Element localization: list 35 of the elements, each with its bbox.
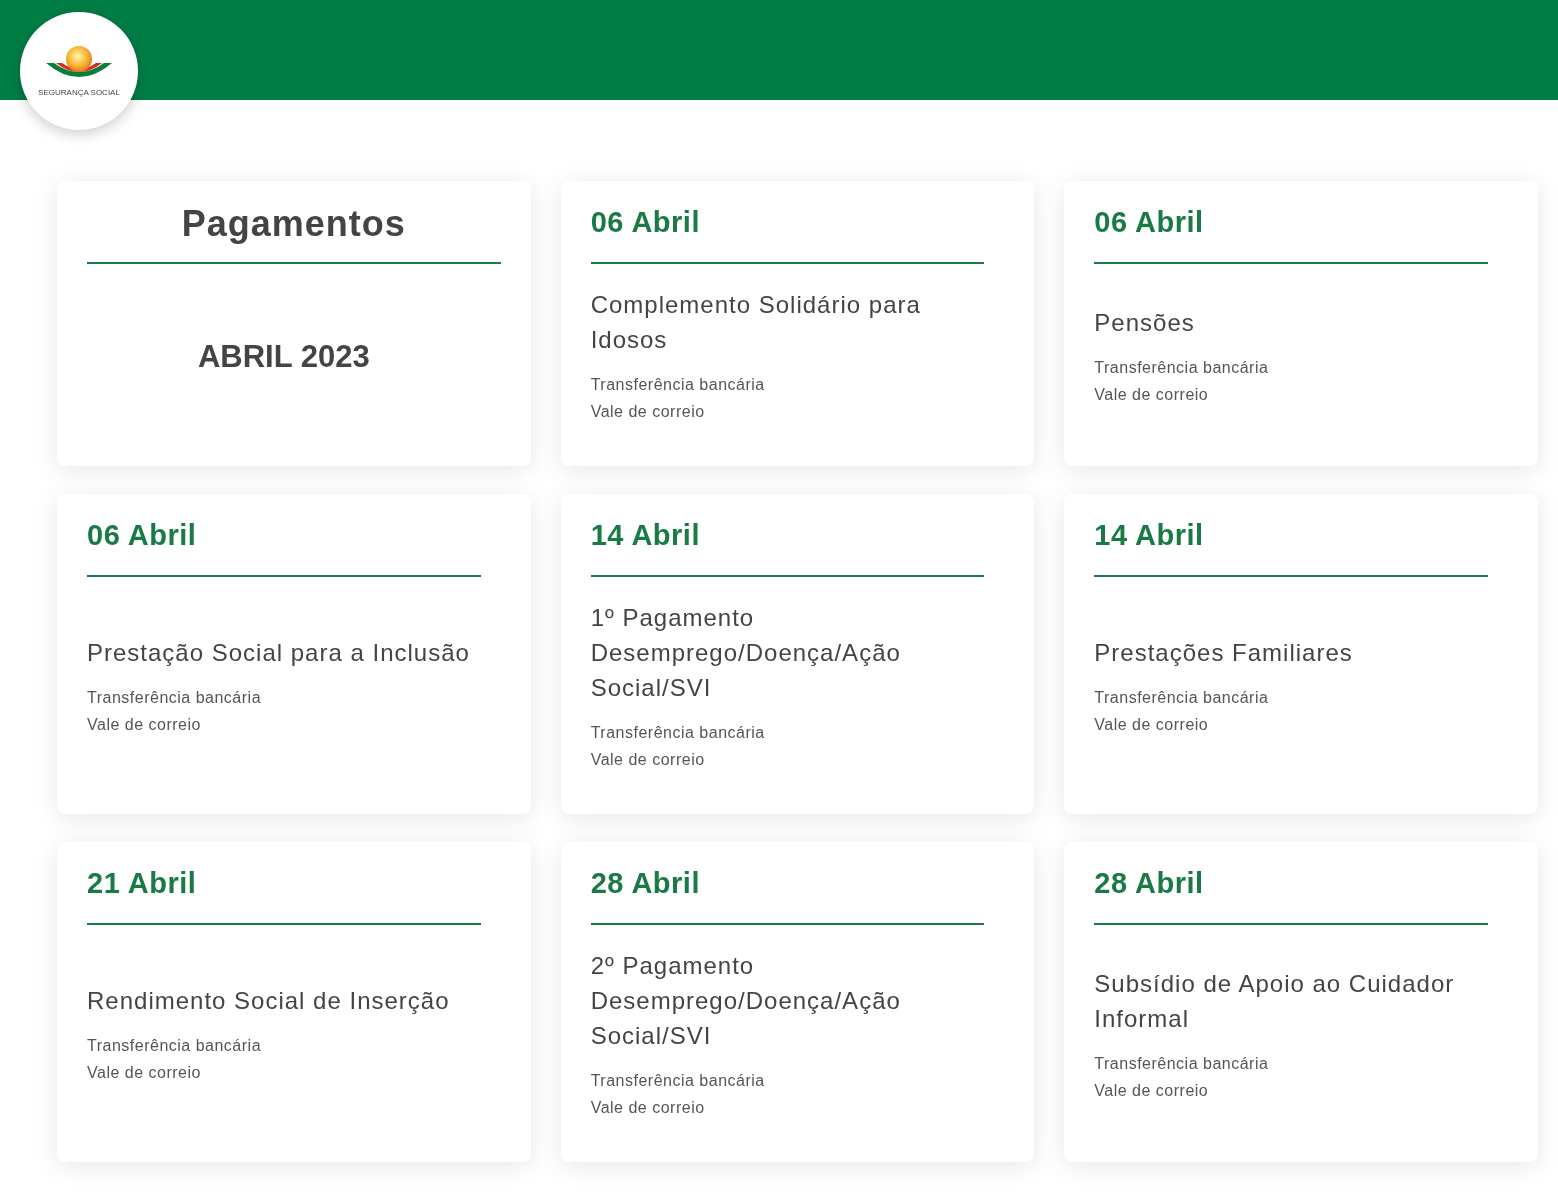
payment-method: Transferência bancária	[1094, 688, 1270, 708]
payment-method: Transferência bancária	[590, 723, 766, 743]
benefit-title: 1º Pagamento Desemprego/Doença/Ação Social/SVI	[590, 603, 902, 703]
payment-date: 14 Abril	[590, 517, 700, 553]
payment-method: Vale de correio	[590, 750, 706, 770]
payment-method: Vale de correio	[87, 1063, 202, 1083]
payment-date: 14 Abril	[1094, 517, 1204, 553]
payment-method: Vale de correio	[1094, 715, 1210, 735]
payment-date: 21 Abril	[87, 865, 197, 901]
benefit-title: Subsídio de Apoio ao Cuidador Informal	[1094, 968, 1456, 1034]
benefit-title: 2º Pagamento Desemprego/Doença/Ação Social/SVI	[590, 951, 902, 1051]
payment-method: Vale de correio	[87, 715, 202, 735]
benefit-title: Complemento Solidário para Idosos	[590, 290, 922, 355]
payment-date: 06 Abril	[87, 517, 197, 553]
summary-title: Pagamentos	[180, 202, 407, 246]
benefit-title: Rendimento Social de Inserção	[87, 986, 451, 1016]
payment-date: 28 Abril	[1094, 865, 1204, 901]
payment-method: Transferência bancária	[87, 688, 263, 708]
payment-method: Vale de correio	[590, 1098, 706, 1118]
benefit-title: Prestação Social para a Inclusão	[87, 638, 471, 668]
payment-date: 28 Abril	[590, 865, 700, 901]
payment-date: 06 Abril	[1094, 204, 1204, 240]
benefit-title: Pensões	[1094, 307, 1196, 338]
benefit-title: Prestações Familiares	[1094, 638, 1354, 668]
payment-method: Vale de correio	[1094, 1080, 1210, 1101]
payment-method: Transferência bancária	[590, 1071, 766, 1091]
payment-method: Transferência bancária	[87, 1036, 263, 1056]
payment-method: Transferência bancária	[1094, 1053, 1270, 1074]
payment-method: Vale de correio	[590, 402, 706, 422]
payment-date: 06 Abril	[590, 204, 700, 240]
payment-method: Transferência bancária	[590, 375, 766, 395]
period-label: ABRIL 2023	[197, 338, 370, 376]
payment-method: Transferência bancária	[1094, 357, 1270, 378]
payment-method: Vale de correio	[1094, 384, 1210, 405]
logo-text: SEGURANÇA SOCIAL	[38, 87, 120, 99]
